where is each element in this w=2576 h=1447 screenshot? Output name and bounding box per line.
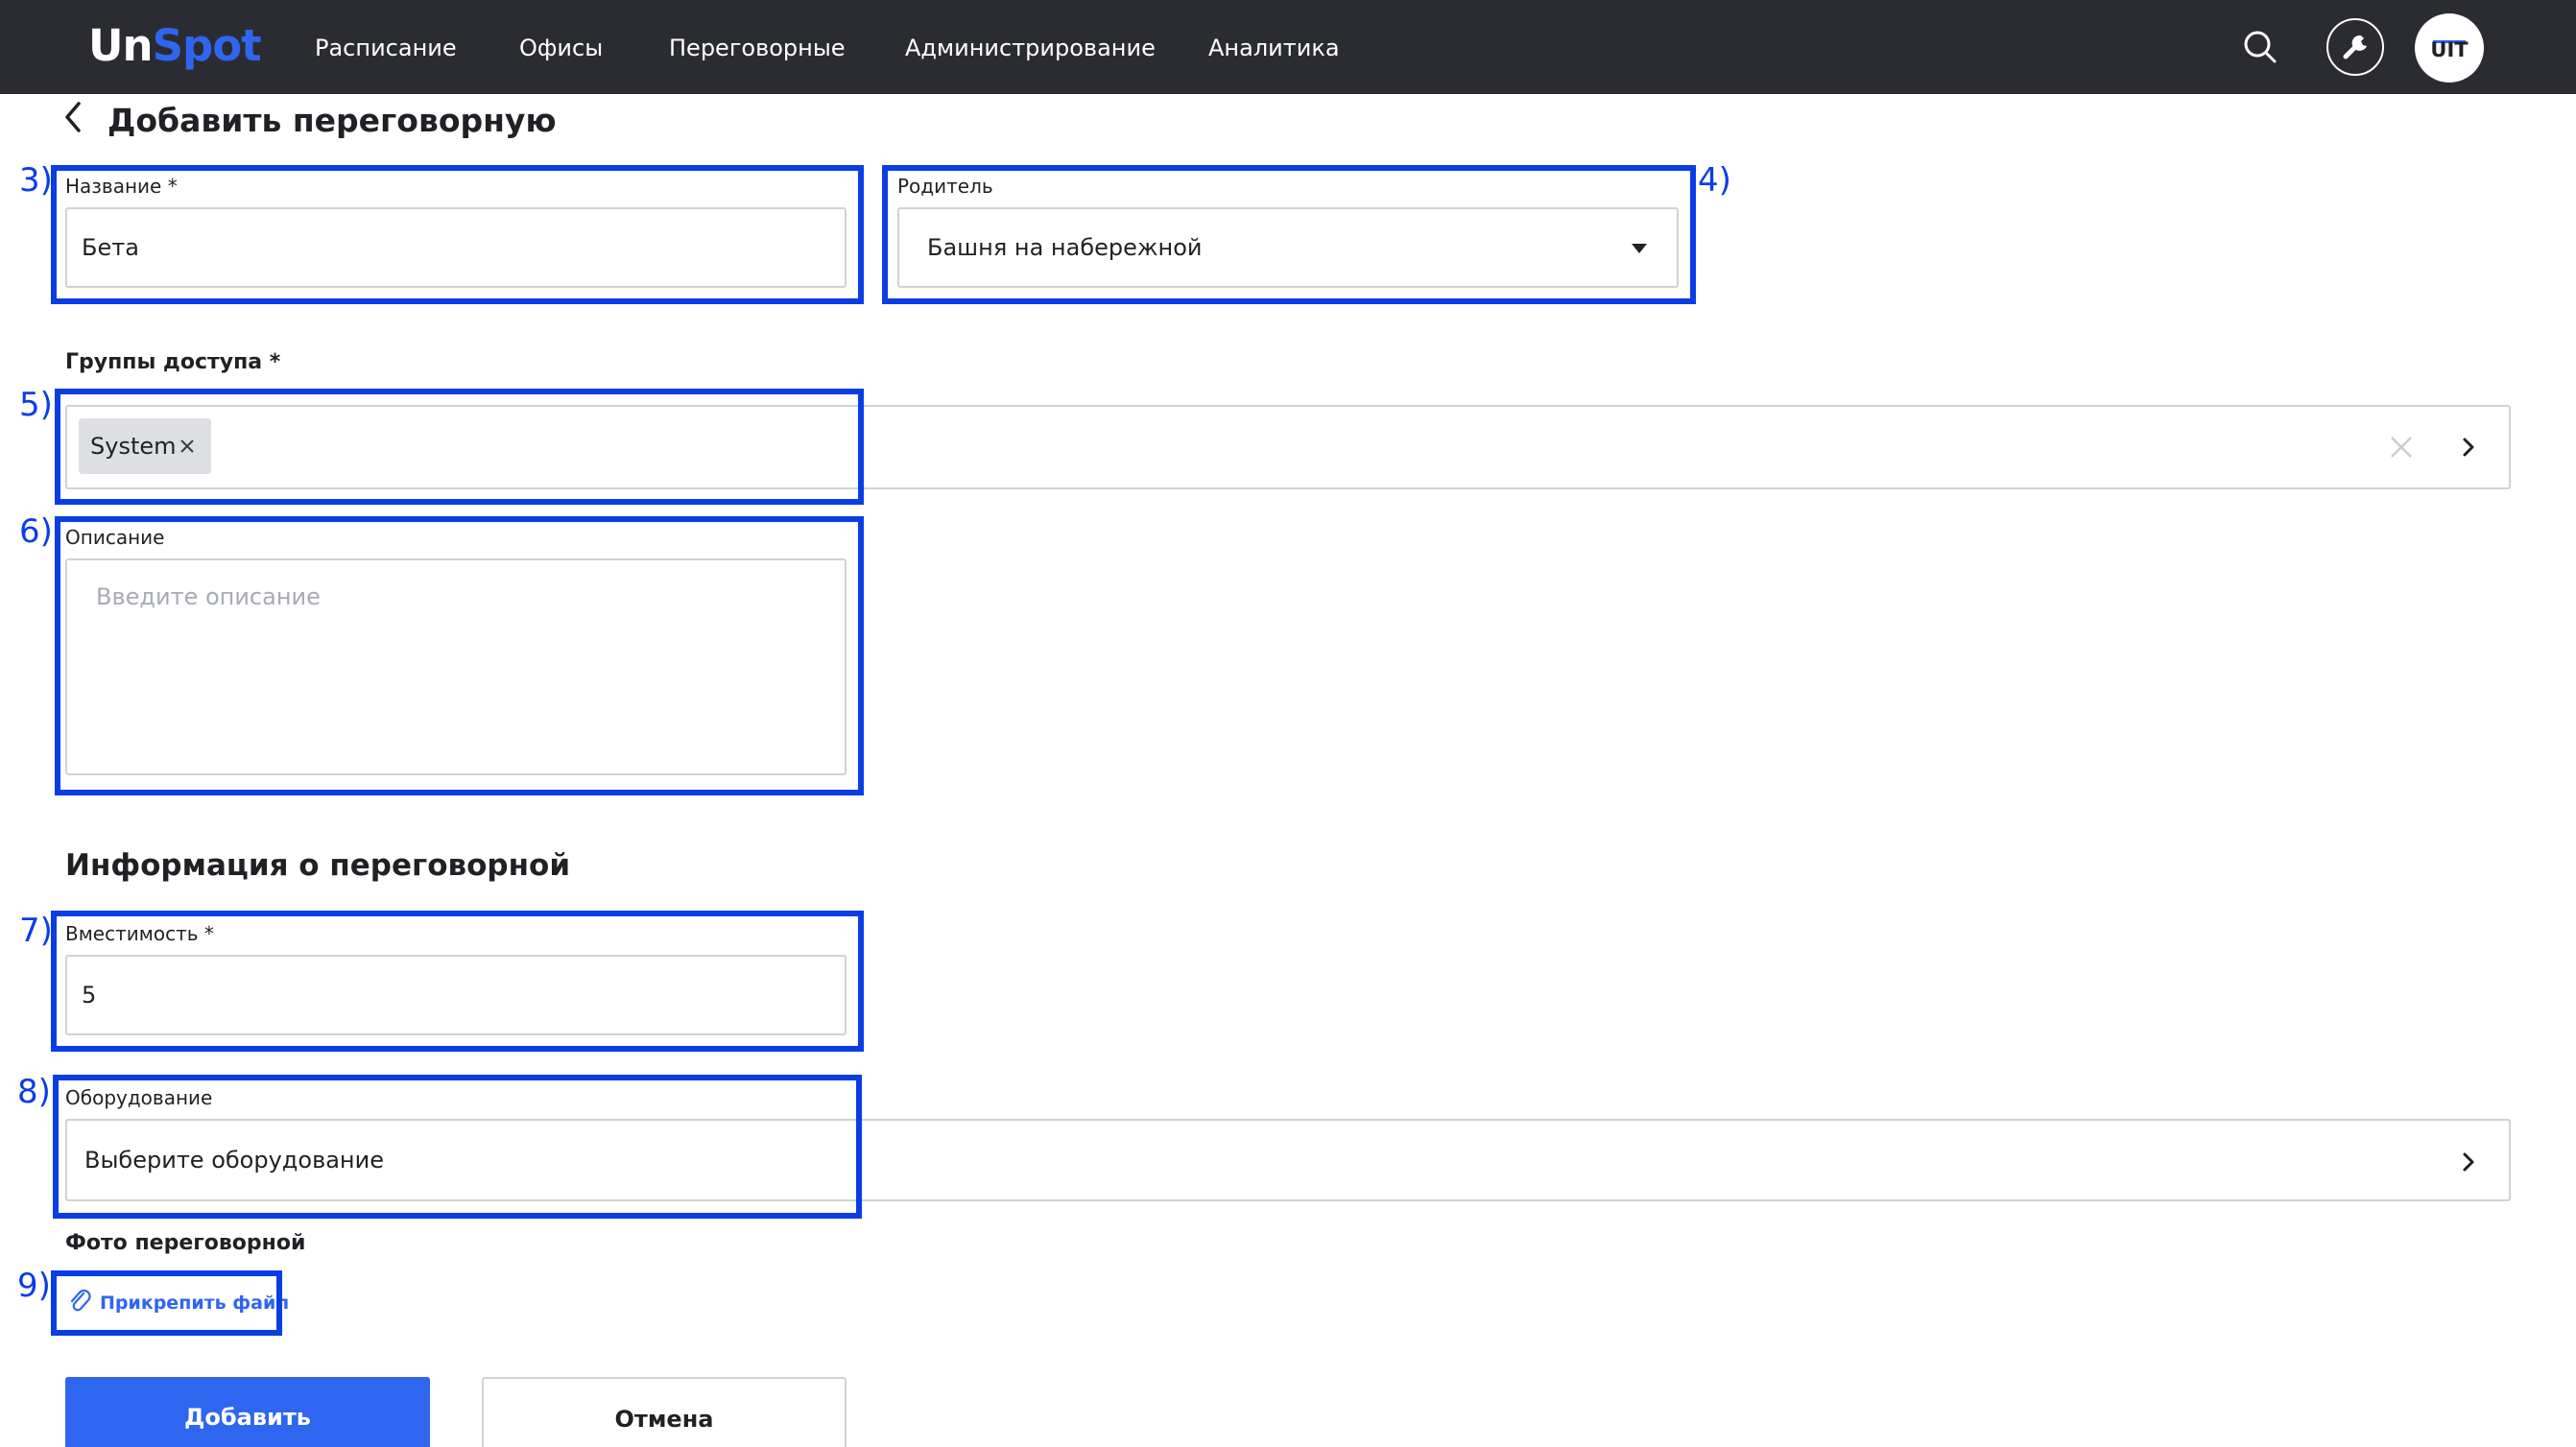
annotation-label-6: 6)	[19, 512, 53, 551]
unspot-logo[interactable]: UnSpot	[88, 19, 262, 73]
annotation-label-9: 9)	[17, 1267, 51, 1305]
annotation-box-5	[55, 389, 864, 505]
annotation-box-3	[51, 165, 864, 304]
avatar-initials: UIT	[2430, 38, 2469, 61]
annotation-label-3: 3)	[19, 161, 53, 200]
annotation-label-7: 7)	[19, 912, 53, 950]
annotation-box-7	[51, 911, 864, 1052]
settings-tools-button[interactable]	[2326, 18, 2384, 76]
room-info-section-title: Информация о переговорной	[65, 848, 571, 883]
annotation-label-8: 8)	[17, 1073, 51, 1111]
chevron-right-icon	[2463, 1152, 2474, 1172]
access-groups-label: Группы доступа *	[65, 350, 281, 374]
photo-label: Фото переговорной	[65, 1231, 306, 1255]
wrench-icon	[2343, 35, 2367, 59]
nav-item-analytics[interactable]: Аналитика	[1208, 29, 1340, 67]
annotation-label-4: 4)	[1698, 161, 1731, 200]
chevron-right-icon[interactable]	[2461, 437, 2476, 458]
annotation-box-6	[55, 516, 864, 795]
nav-item-offices[interactable]: Офисы	[519, 29, 603, 67]
cancel-button[interactable]: Отмена	[482, 1377, 847, 1447]
top-navigation-bar: UnSpot Расписание Офисы Переговорные Адм…	[0, 0, 2576, 94]
annotation-box-9	[51, 1270, 282, 1336]
annotation-label-5: 5)	[19, 386, 53, 424]
nav-item-meeting-rooms[interactable]: Переговорные	[669, 29, 846, 67]
submit-add-button[interactable]: Добавить	[65, 1377, 430, 1447]
logo-text-spot: Spot	[152, 20, 262, 71]
nav-item-administration[interactable]: Администрирование	[905, 29, 1156, 67]
clear-close-icon[interactable]	[2390, 436, 2413, 459]
logo-text-un: Un	[88, 20, 154, 71]
search-icon[interactable]	[2242, 29, 2278, 65]
user-avatar[interactable]: UIT	[2415, 13, 2484, 83]
page-title: Добавить переговорную	[107, 102, 557, 139]
annotation-box-8	[53, 1075, 862, 1219]
nav-item-schedule[interactable]: Расписание	[315, 29, 457, 67]
back-chevron-left-icon[interactable]	[60, 100, 88, 134]
annotation-box-4	[882, 165, 1696, 304]
